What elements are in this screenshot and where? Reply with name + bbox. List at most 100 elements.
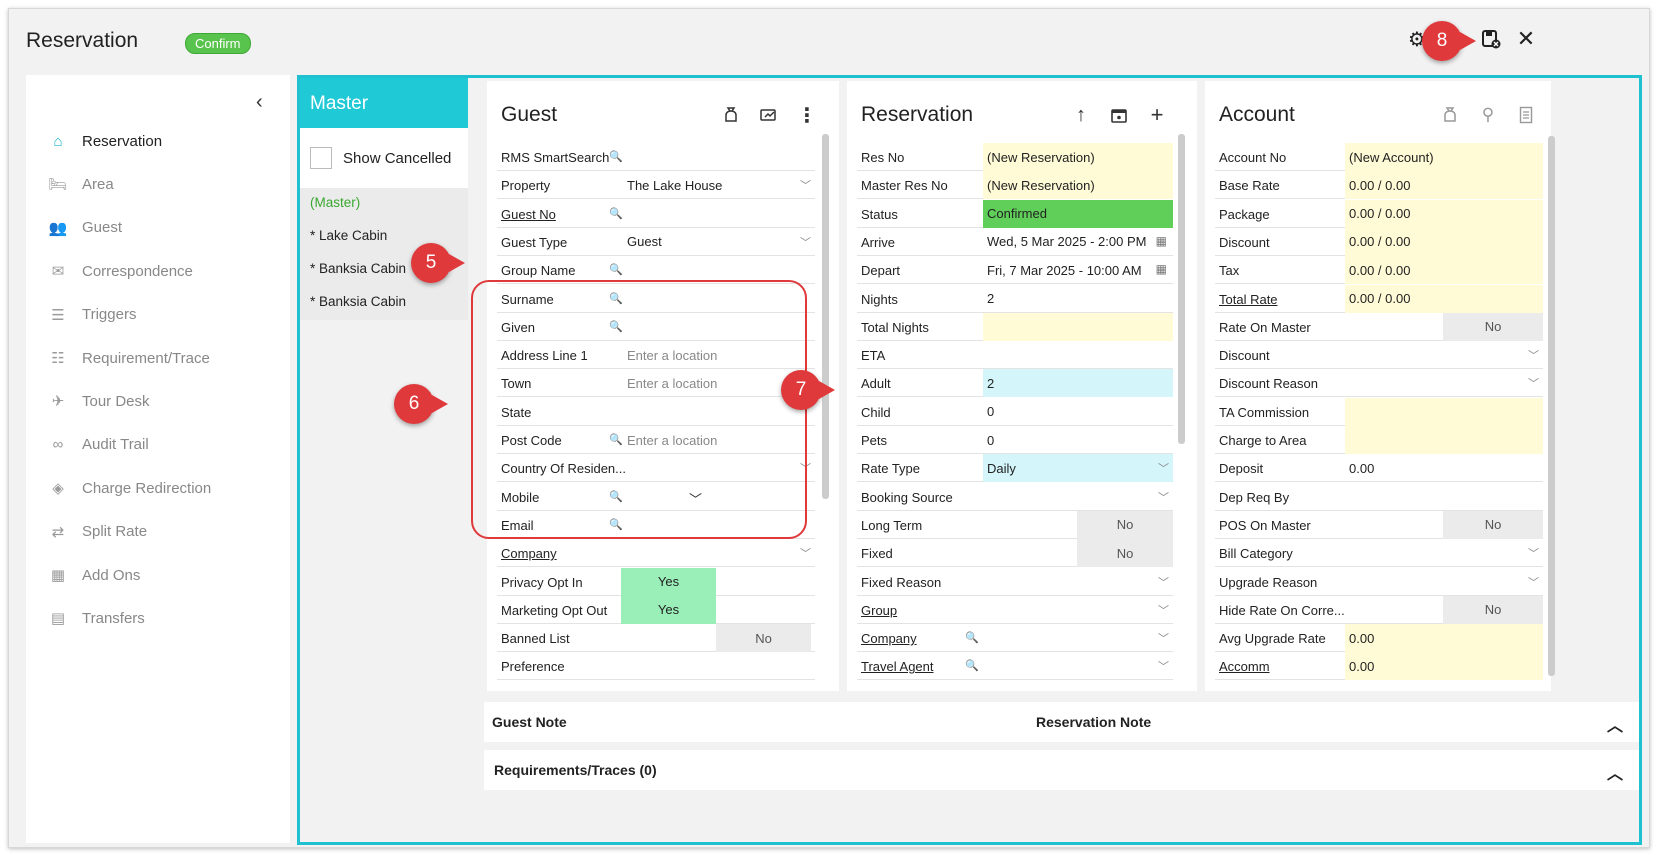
field-label[interactable]: Accomm: [1219, 659, 1270, 674]
search-icon[interactable]: 🔍: [609, 263, 623, 276]
more-vertical-icon[interactable]: ⋮: [794, 103, 820, 127]
field-value[interactable]: 0.00 / 0.00: [1345, 227, 1543, 256]
field-input[interactable]: [1345, 369, 1543, 397]
sidebar-item-transfers[interactable]: ▤ Transfers: [46, 608, 145, 628]
show-cancelled-checkbox[interactable]: Show Cancelled: [300, 128, 468, 188]
field-label[interactable]: Company: [861, 631, 917, 646]
search-icon[interactable]: 🔍: [965, 659, 979, 672]
field-value[interactable]: Confirmed: [983, 199, 1173, 228]
money-bag-icon[interactable]: [1437, 103, 1463, 127]
chevron-down-icon[interactable]: ﹀: [1528, 375, 1539, 391]
chevron-down-icon[interactable]: ﹀: [800, 545, 811, 561]
sidebar-item-area[interactable]: 🛏 Area: [46, 174, 113, 194]
money-bag-icon[interactable]: [718, 103, 744, 127]
reservation-scrollbar[interactable]: [1178, 134, 1185, 444]
search-icon[interactable]: 🔍: [965, 631, 979, 644]
field-label[interactable]: Group: [861, 603, 897, 618]
field-value[interactable]: (New Reservation): [983, 143, 1173, 171]
field-input[interactable]: [623, 200, 815, 228]
field-value[interactable]: 0.00 / 0.00: [1345, 284, 1543, 313]
chevron-down-icon[interactable]: ﹀: [800, 234, 811, 250]
sidebar-item-reservation[interactable]: ⌂ Reservation: [46, 131, 162, 151]
guest-card-icon[interactable]: [756, 103, 782, 127]
field-value[interactable]: No: [716, 624, 811, 653]
calendar-icon[interactable]: ▦: [1156, 234, 1167, 248]
arrow-up-icon[interactable]: ↑: [1068, 103, 1094, 127]
field-value[interactable]: No: [1443, 312, 1543, 341]
field-value[interactable]: (New Reservation): [983, 171, 1173, 200]
field-value[interactable]: [983, 312, 1173, 341]
chevron-down-icon[interactable]: ﹀: [1158, 489, 1169, 505]
checkbox-box[interactable]: [310, 147, 332, 169]
field-label[interactable]: Company: [501, 546, 557, 561]
field-value[interactable]: 2: [983, 369, 1173, 398]
field-input[interactable]: [983, 568, 1173, 596]
field-label[interactable]: Guest No: [501, 207, 556, 222]
field-value[interactable]: 0.00 / 0.00: [1345, 199, 1543, 228]
field-input[interactable]: [1345, 483, 1543, 511]
field-value[interactable]: Yes: [621, 567, 716, 596]
field-input[interactable]: [623, 539, 815, 567]
plus-icon[interactable]: +: [1144, 102, 1170, 127]
field-value[interactable]: 0.00: [1345, 652, 1543, 681]
chevron-down-icon[interactable]: ﹀: [1528, 347, 1539, 363]
field-input[interactable]: [983, 341, 1173, 369]
field-value[interactable]: Daily: [983, 454, 1173, 483]
field-value[interactable]: 0.00 / 0.00: [1345, 256, 1543, 285]
field-label[interactable]: Travel Agent: [861, 659, 934, 674]
field-value[interactable]: 0: [983, 398, 1173, 426]
master-list-item[interactable]: * Lake Cabin: [310, 228, 387, 243]
sidebar-item-tour-desk[interactable]: ✈ Tour Desk: [46, 391, 150, 411]
field-value[interactable]: 0.00: [1345, 624, 1543, 653]
close-icon[interactable]: ✕: [1513, 26, 1539, 52]
field-input[interactable]: [983, 652, 1173, 680]
field-input[interactable]: [1345, 341, 1543, 369]
account-scrollbar[interactable]: [1548, 136, 1555, 676]
field-input[interactable]: [983, 624, 1173, 652]
field-input[interactable]: [1345, 539, 1543, 567]
calendar-icon[interactable]: ▦: [1156, 262, 1167, 276]
field-value[interactable]: Guest: [623, 228, 815, 256]
calendar-icon[interactable]: [1106, 103, 1132, 127]
field-input[interactable]: [983, 596, 1173, 624]
collapse-icon[interactable]: ‹: [256, 91, 263, 114]
field-label[interactable]: Total Rate: [1219, 292, 1278, 307]
sidebar-item-audit-trail[interactable]: ∞ Audit Trail: [46, 435, 149, 455]
field-value[interactable]: Yes: [621, 595, 716, 624]
save-close-icon[interactable]: [1478, 26, 1504, 52]
sidebar-item-triggers[interactable]: ☰ Triggers: [46, 305, 136, 325]
field-value[interactable]: [1345, 397, 1543, 426]
sidebar-item-charge-redirection[interactable]: ◈ Charge Redirection: [46, 478, 211, 498]
chevron-up-icon[interactable]: ︿: [1607, 760, 1623, 784]
guest-scrollbar[interactable]: [822, 134, 829, 499]
person-walking-icon[interactable]: ⚲: [1475, 103, 1501, 127]
chevron-down-icon[interactable]: ﹀: [1158, 460, 1169, 476]
field-value[interactable]: 2: [983, 285, 1173, 313]
field-value[interactable]: The Lake House: [623, 171, 815, 199]
field-value[interactable]: Wed, 5 Mar 2025 - 2:00 PM: [983, 228, 1173, 256]
sidebar-item-requirement-trace[interactable]: ☷ Requirement/Trace: [46, 348, 210, 368]
chevron-down-icon[interactable]: ﹀: [800, 177, 811, 193]
field-value[interactable]: [1345, 426, 1543, 454]
field-value[interactable]: 0.00: [1345, 454, 1543, 482]
search-icon[interactable]: 🔍: [609, 150, 623, 163]
search-icon[interactable]: 🔍: [609, 207, 623, 220]
receipt-icon[interactable]: [1513, 103, 1539, 127]
sidebar-item-split-rate[interactable]: ⇄ Split Rate: [46, 522, 147, 542]
field-value[interactable]: Fri, 7 Mar 2025 - 10:00 AM: [983, 256, 1173, 284]
master-list-item[interactable]: (Master): [310, 195, 360, 210]
field-value[interactable]: 0: [983, 426, 1173, 454]
chevron-down-icon[interactable]: ﹀: [1158, 602, 1169, 618]
chevron-down-icon[interactable]: ﹀: [1528, 574, 1539, 590]
field-value[interactable]: 0.00 / 0.00: [1345, 171, 1543, 200]
field-input[interactable]: [1345, 568, 1543, 596]
field-input[interactable]: [983, 483, 1173, 511]
field-value[interactable]: No: [1077, 510, 1173, 539]
field-value[interactable]: No: [1443, 595, 1543, 624]
field-input[interactable]: [623, 143, 815, 171]
chevron-down-icon[interactable]: ﹀: [1158, 630, 1169, 646]
notes-bar[interactable]: Guest Note Reservation Note ︿: [484, 702, 1639, 742]
field-value[interactable]: (New Account): [1345, 143, 1543, 171]
sidebar-item-add-ons[interactable]: ▦ Add Ons: [46, 565, 140, 585]
chevron-up-icon[interactable]: ︿: [1607, 712, 1623, 736]
